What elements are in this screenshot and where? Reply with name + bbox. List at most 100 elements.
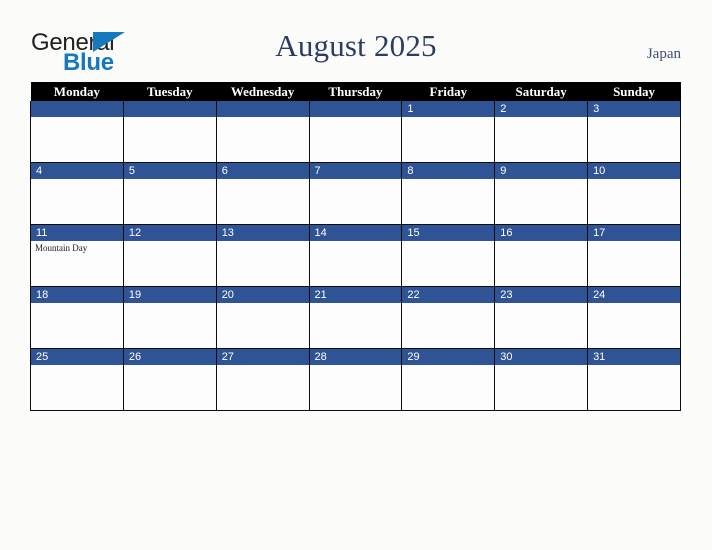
day-number: 24 [588,287,680,303]
calendar-day-cell[interactable]: 2 [494,101,589,163]
day-events [31,303,123,305]
day-events [217,179,309,181]
day-number: 6 [216,163,309,179]
day-events [310,117,402,119]
day-number: 7 [309,163,402,179]
calendar-week-row: 25 26 27 28 29 30 31 [30,348,681,411]
calendar-day-cell[interactable]: 13 [215,224,310,287]
weekday-header-row: Monday Tuesday Wednesday Thursday Friday… [30,82,681,101]
calendar-day-cell[interactable]: 27 [215,348,310,411]
calendar-day-cell[interactable]: 4 [30,162,124,225]
day-number: 16 [495,225,588,241]
day-events [124,365,216,367]
day-events [217,303,309,305]
day-number: 21 [309,287,402,303]
day-number: 11 [31,225,123,241]
day-events [588,303,680,305]
weekday-header-sunday: Sunday [587,82,681,101]
day-events [495,241,587,243]
day-number: 9 [495,163,588,179]
weekday-header-wednesday: Wednesday [216,82,310,101]
day-events [588,365,680,367]
calendar-week-row: 18 19 20 21 22 23 24 [30,286,681,349]
calendar-day-cell[interactable]: 28 [308,348,403,411]
day-number: 5 [123,163,216,179]
day-number: 27 [216,349,309,365]
calendar-day-cell[interactable]: 3 [587,101,681,163]
day-events [495,303,587,305]
calendar-day-cell[interactable]: 19 [122,286,217,349]
day-number: 3 [588,101,680,117]
holiday-event[interactable]: Mountain Day [35,243,120,254]
day-number: 12 [123,225,216,241]
day-events [402,365,494,367]
calendar-week-row: 123 [30,101,681,163]
calendar-day-cell[interactable] [308,101,403,163]
day-events [31,179,123,181]
day-number: 19 [123,287,216,303]
page-header: General Blue August 2025 Japan [0,0,712,82]
calendar-day-cell[interactable]: 16 [494,224,589,287]
calendar-day-cell[interactable]: 23 [494,286,589,349]
day-number: 23 [495,287,588,303]
calendar-day-cell[interactable] [122,101,217,163]
calendar-day-cell[interactable]: 25 [30,348,124,411]
calendar-week-row: 4 5 6 7 8 9 10 [30,162,681,225]
calendar-week-row: 11 Mountain Day 12 13 14 15 16 17 [30,224,681,287]
day-number: 26 [123,349,216,365]
day-number: 29 [402,349,495,365]
calendar-day-cell[interactable]: 7 [308,162,403,225]
weekday-header-thursday: Thursday [309,82,402,101]
day-number: 31 [588,349,680,365]
calendar-day-cell[interactable]: 10 [587,162,681,225]
day-events: Mountain Day [31,241,123,254]
day-number: 15 [402,225,495,241]
calendar-day-cell[interactable]: 6 [215,162,310,225]
day-number: 25 [31,349,123,365]
day-number: 22 [402,287,495,303]
calendar-page: General Blue August 2025 Japan Monday Tu… [0,0,712,550]
calendar-day-cell[interactable]: 11 Mountain Day [30,224,124,287]
weekday-header-friday: Friday [401,82,495,101]
calendar-day-cell[interactable]: 14 [308,224,403,287]
calendar-day-cell[interactable]: 18 [30,286,124,349]
calendar-day-cell[interactable] [30,101,124,163]
day-events [402,179,494,181]
calendar-day-cell[interactable]: 12 [122,224,217,287]
calendar-day-cell[interactable]: 21 [308,286,403,349]
day-events [31,365,123,367]
day-events [588,179,680,181]
day-events [402,241,494,243]
calendar-day-cell[interactable]: 22 [401,286,496,349]
calendar-day-cell[interactable]: 15 [401,224,496,287]
calendar-day-cell[interactable]: 1 [401,101,496,163]
day-events [402,117,494,119]
day-events [124,303,216,305]
calendar-day-cell[interactable]: 9 [494,162,589,225]
calendar-day-cell[interactable] [215,101,310,163]
day-events [310,365,402,367]
calendar-day-cell[interactable]: 8 [401,162,496,225]
day-number: 17 [588,225,680,241]
day-events [217,241,309,243]
calendar-day-cell[interactable]: 30 [494,348,589,411]
day-number: 14 [309,225,402,241]
day-number: 4 [31,163,123,179]
day-events [495,179,587,181]
day-events [495,365,587,367]
calendar-day-cell[interactable]: 20 [215,286,310,349]
day-events [124,179,216,181]
day-events [588,117,680,119]
calendar-day-cell[interactable]: 26 [122,348,217,411]
calendar-day-cell[interactable]: 24 [587,286,681,349]
day-events [310,303,402,305]
day-events [588,241,680,243]
calendar-day-cell[interactable]: 5 [122,162,217,225]
day-number [216,101,309,117]
calendar-day-cell[interactable]: 17 [587,224,681,287]
calendar-day-cell[interactable]: 29 [401,348,496,411]
day-events [402,303,494,305]
day-number: 8 [402,163,495,179]
day-number: 28 [309,349,402,365]
calendar-day-cell[interactable]: 31 [587,348,681,411]
